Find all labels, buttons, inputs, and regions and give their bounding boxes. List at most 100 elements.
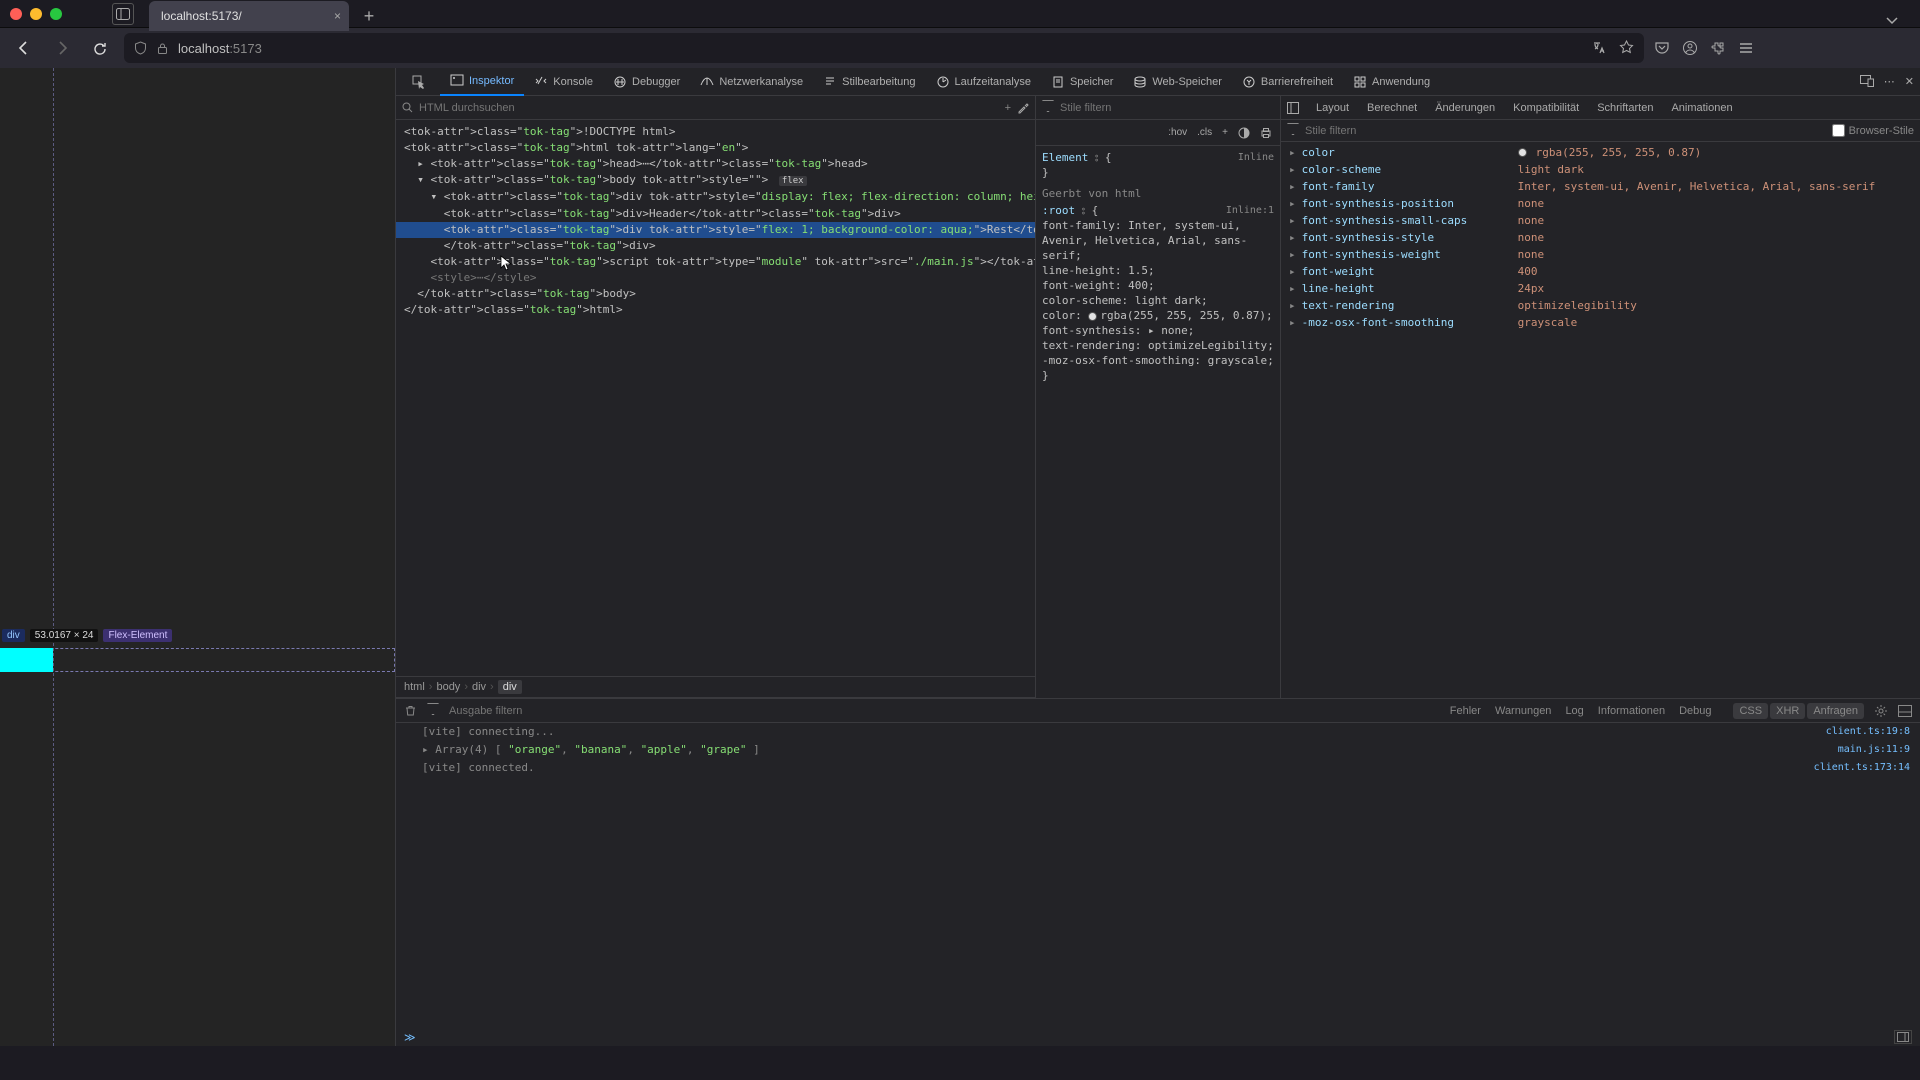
devtools-tab-netzwerkanalyse[interactable]: Netzwerkanalyse <box>690 68 813 96</box>
breadcrumb-item[interactable]: div <box>472 681 486 693</box>
new-tab-button[interactable]: + <box>355 3 383 31</box>
devtools-tab-anwendung[interactable]: Anwendung <box>1343 68 1440 96</box>
console-type-xhr[interactable]: XHR <box>1770 703 1805 719</box>
computed-row[interactable]: ▸font-weight400 <box>1289 263 1912 280</box>
reload-button[interactable] <box>86 34 114 62</box>
url-input[interactable]: localhost:5173 <box>124 33 1644 63</box>
dom-node[interactable]: <tok-attr">class="tok-tag">script tok-at… <box>396 254 1035 270</box>
computed-row[interactable]: ▸colorrgba(255, 255, 255, 0.87) <box>1289 144 1912 161</box>
computed-row[interactable]: ▸font-familyInter, system-ui, Avenir, He… <box>1289 178 1912 195</box>
console-level-debug[interactable]: Debug <box>1673 703 1717 719</box>
account-icon[interactable] <box>1682 40 1698 56</box>
devtools-tab-inspektor[interactable]: Inspektor <box>440 68 524 96</box>
print-icon[interactable] <box>1260 127 1272 139</box>
computed-tab-berechnet[interactable]: Berechnet <box>1358 102 1426 114</box>
computed-row[interactable]: ▸font-synthesis-small-capsnone <box>1289 212 1912 229</box>
styles-rules[interactable]: Element ⦂ {Inline } Geerbt von html :roo… <box>1036 146 1280 698</box>
console-level-warnungen[interactable]: Warnungen <box>1489 703 1557 719</box>
dom-node[interactable]: ▸ <tok-attr">class="tok-tag">head>⋯</tok… <box>396 156 1035 172</box>
tab-list-dropdown[interactable] <box>1874 11 1910 31</box>
dom-node[interactable]: <style>⋯</style> <box>396 270 1035 286</box>
console-level-log[interactable]: Log <box>1559 703 1589 719</box>
dom-node[interactable]: <tok-attr">class="tok-tag">!DOCTYPE html… <box>396 124 1035 140</box>
computed-list[interactable]: ▸colorrgba(255, 255, 255, 0.87)▸color-sc… <box>1281 142 1920 698</box>
computed-filter-input[interactable] <box>1305 125 1826 137</box>
sidebar-toggle-button[interactable] <box>112 3 134 25</box>
computed-row[interactable]: ▸line-height24px <box>1289 280 1912 297</box>
console-sidebar-toggle-icon[interactable] <box>1894 1030 1912 1044</box>
devtools-tab-laufzeitanalyse[interactable]: Laufzeitanalyse <box>926 68 1041 96</box>
dom-search-input[interactable] <box>419 102 999 114</box>
forward-button[interactable] <box>48 34 76 62</box>
computed-row[interactable]: ▸font-synthesis-weightnone <box>1289 246 1912 263</box>
devtools-inspect-picker[interactable] <box>402 68 436 96</box>
add-rule-button[interactable]: + <box>1222 127 1228 138</box>
computed-tab-layout[interactable]: Layout <box>1307 102 1358 114</box>
computed-row[interactable]: ▸font-synthesis-stylenone <box>1289 229 1912 246</box>
styles-filter-input[interactable] <box>1060 102 1274 114</box>
extensions-icon[interactable] <box>1710 40 1726 56</box>
computed-tab-schriftarten[interactable]: Schriftarten <box>1588 102 1662 114</box>
back-button[interactable] <box>10 34 38 62</box>
console-split-icon[interactable] <box>1898 705 1912 717</box>
devtools-tab-konsole[interactable]: Konsole <box>524 68 603 96</box>
console-input[interactable]: ≫ <box>396 1028 1920 1046</box>
devtools-close-icon[interactable]: ✕ <box>1905 75 1914 88</box>
dom-node[interactable]: <tok-attr">class="tok-tag">div>Header</t… <box>396 206 1035 222</box>
computed-row[interactable]: ▸-moz-osx-font-smoothinggrayscale <box>1289 314 1912 331</box>
devtools-tab-stilbearbeitung[interactable]: Stilbearbeitung <box>813 68 925 96</box>
breadcrumb-item[interactable]: div <box>498 680 522 694</box>
hov-toggle[interactable]: :hov <box>1168 127 1187 138</box>
console-output[interactable]: [vite] connecting...client.ts:19:8▸ Arra… <box>396 723 1920 1028</box>
layout-view-icon[interactable] <box>1287 102 1299 114</box>
minimize-window-button[interactable] <box>30 8 42 20</box>
menu-icon[interactable] <box>1738 40 1754 56</box>
browser-styles-checkbox[interactable]: Browser-Stile <box>1832 124 1914 137</box>
dom-node[interactable]: ▾ <tok-attr">class="tok-tag">body tok-at… <box>396 172 1035 189</box>
breadcrumbs[interactable]: html›body›div›div <box>396 676 1035 698</box>
devtools-tab-web-speicher[interactable]: Web-Speicher <box>1123 68 1232 96</box>
light-dark-icon[interactable] <box>1238 127 1250 139</box>
computed-row[interactable]: ▸color-schemelight dark <box>1289 161 1912 178</box>
translate-icon[interactable] <box>1591 40 1607 56</box>
dom-tree[interactable]: <tok-attr">class="tok-tag">!DOCTYPE html… <box>396 120 1035 676</box>
clear-console-button[interactable] <box>404 704 417 717</box>
devtools-more-icon[interactable]: ⋯ <box>1884 75 1895 88</box>
dom-node[interactable]: </tok-attr">class="tok-tag">html> <box>396 302 1035 318</box>
browser-tab-active[interactable]: localhost:5173/ × <box>149 1 349 31</box>
computed-tab-änderungen[interactable]: Änderungen <box>1426 102 1504 114</box>
page-viewport[interactable]: div 53.0167 × 24 Flex-Element <box>0 68 395 1046</box>
bookmark-star-icon[interactable] <box>1619 40 1634 56</box>
cls-toggle[interactable]: .cls <box>1197 127 1212 138</box>
dom-add-node-button[interactable]: + <box>1005 102 1011 114</box>
devtools-tab-speicher[interactable]: Speicher <box>1041 68 1123 96</box>
tab-close-button[interactable]: × <box>334 9 341 23</box>
console-level-informationen[interactable]: Informationen <box>1592 703 1671 719</box>
console-filter-input[interactable] <box>449 705 609 717</box>
console-message[interactable]: [vite] connecting...client.ts:19:8 <box>396 723 1920 741</box>
dom-node[interactable]: <tok-attr">class="tok-tag">html tok-attr… <box>396 140 1035 156</box>
maximize-window-button[interactable] <box>50 8 62 20</box>
console-level-fehler[interactable]: Fehler <box>1444 703 1487 719</box>
dom-node[interactable]: </tok-attr">class="tok-tag">body> <box>396 286 1035 302</box>
dom-node[interactable]: ▾ <tok-attr">class="tok-tag">div tok-att… <box>396 189 1035 206</box>
pocket-icon[interactable] <box>1654 40 1670 56</box>
devtools-responsive-icon[interactable] <box>1860 75 1874 88</box>
dom-node[interactable]: </tok-attr">class="tok-tag">div> <box>396 238 1035 254</box>
computed-tab-animationen[interactable]: Animationen <box>1662 102 1741 114</box>
computed-row[interactable]: ▸text-renderingoptimizelegibility <box>1289 297 1912 314</box>
computed-row[interactable]: ▸font-synthesis-positionnone <box>1289 195 1912 212</box>
devtools-tab-barrierefreiheit[interactable]: Barrierefreiheit <box>1232 68 1343 96</box>
console-message[interactable]: ▸ Array(4) [ "orange", "banana", "apple"… <box>396 741 1920 759</box>
console-message[interactable]: [vite] connected.client.ts:173:14 <box>396 759 1920 777</box>
breadcrumb-item[interactable]: html <box>404 681 425 693</box>
close-window-button[interactable] <box>10 8 22 20</box>
dom-eyedropper-icon[interactable] <box>1017 102 1029 114</box>
breadcrumb-item[interactable]: body <box>436 681 460 693</box>
console-type-css[interactable]: CSS <box>1733 703 1768 719</box>
devtools-tab-debugger[interactable]: Debugger <box>603 68 690 96</box>
computed-tab-kompatibilität[interactable]: Kompatibilität <box>1504 102 1588 114</box>
console-type-anfragen[interactable]: Anfragen <box>1807 703 1864 719</box>
dom-node[interactable]: <tok-attr">class="tok-tag">div tok-attr"… <box>396 222 1035 238</box>
console-settings-icon[interactable] <box>1874 704 1888 718</box>
